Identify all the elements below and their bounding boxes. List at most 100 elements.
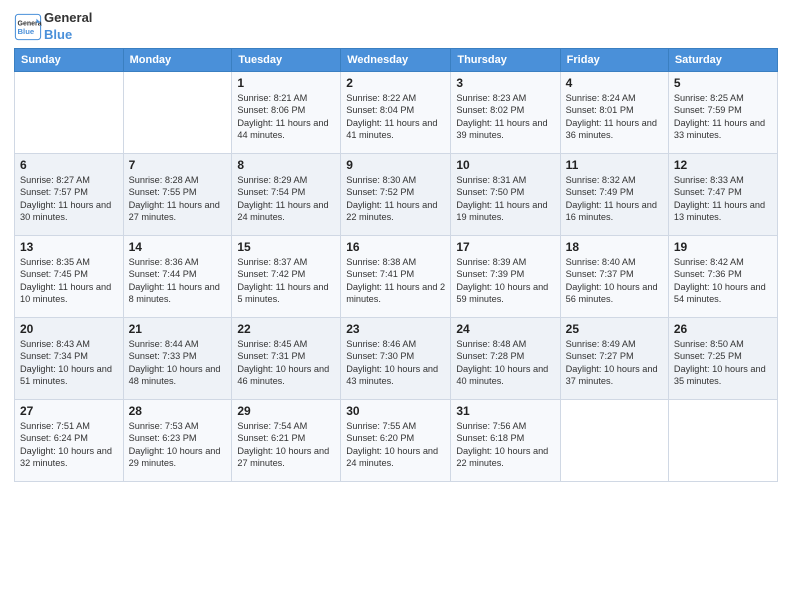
day-cell: 15 Sunrise: 8:37 AM Sunset: 7:42 PM Dayli… [232, 235, 341, 317]
day-number: 26 [674, 322, 772, 336]
day-cell: 25Sunrise: 8:49 AM Sunset: 7:27 PM Dayli… [560, 317, 668, 399]
day-number: 2 [346, 76, 445, 90]
logo-blue: Blue [44, 27, 92, 44]
day-cell: 12Sunrise: 8:33 AM Sunset: 7:47 PM Dayli… [668, 153, 777, 235]
day-detail: Sunrise: 8:32 AM Sunset: 7:49 PM Dayligh… [566, 174, 663, 224]
day-detail: Sunrise: 8:48 AM Sunset: 7:28 PM Dayligh… [456, 338, 554, 388]
day-detail: Sunrise: 7:53 AM Sunset: 6:23 PM Dayligh… [129, 420, 227, 470]
day-detail: Sunrise: 8:29 AM Sunset: 7:54 PM Dayligh… [237, 174, 335, 224]
day-number: 11 [566, 158, 663, 172]
day-number: 29 [237, 404, 335, 418]
day-cell [560, 399, 668, 481]
day-detail: Sunrise: 8:38 AM Sunset: 7:41 PM Dayligh… [346, 256, 445, 306]
day-detail: Sunrise: 8:46 AM Sunset: 7:30 PM Dayligh… [346, 338, 445, 388]
week-row-5: 27Sunrise: 7:51 AM Sunset: 6:24 PM Dayli… [15, 399, 778, 481]
day-cell [15, 71, 124, 153]
logo-icon: General Blue [14, 13, 42, 41]
day-detail: Sunrise: 8:30 AM Sunset: 7:52 PM Dayligh… [346, 174, 445, 224]
day-number: 1 [237, 76, 335, 90]
day-cell: 18 Sunrise: 8:40 AM Sunset: 7:37 PM Dayli… [560, 235, 668, 317]
day-detail: Sunrise: 8:39 AM Sunset: 7:39 PM Dayligh… [456, 256, 554, 306]
day-cell: 20 Sunrise: 8:43 AM Sunset: 7:34 PM Dayli… [15, 317, 124, 399]
day-detail: Sunrise: 7:56 AM Sunset: 6:18 PM Dayligh… [456, 420, 554, 470]
day-cell: 17 Sunrise: 8:39 AM Sunset: 7:39 PM Dayli… [451, 235, 560, 317]
header: General Blue General Blue [14, 10, 778, 44]
day-cell: 7Sunrise: 8:28 AM Sunset: 7:55 PM Daylig… [123, 153, 232, 235]
day-cell: 29 Sunrise: 7:54 AM Sunset: 6:21 PM Dayli… [232, 399, 341, 481]
day-number: 30 [346, 404, 445, 418]
day-detail: Sunrise: 7:55 AM Sunset: 6:20 PM Dayligh… [346, 420, 445, 470]
day-cell: 16Sunrise: 8:38 AM Sunset: 7:41 PM Dayli… [341, 235, 451, 317]
day-number: 5 [674, 76, 772, 90]
day-detail: Sunrise: 8:31 AM Sunset: 7:50 PM Dayligh… [456, 174, 554, 224]
day-cell: 14 Sunrise: 8:36 AM Sunset: 7:44 PM Dayli… [123, 235, 232, 317]
day-number: 23 [346, 322, 445, 336]
day-number: 27 [20, 404, 118, 418]
day-cell: 22Sunrise: 8:45 AM Sunset: 7:31 PM Dayli… [232, 317, 341, 399]
day-number: 31 [456, 404, 554, 418]
day-cell: 2 Sunrise: 8:22 AM Sunset: 8:04 PM Daylig… [341, 71, 451, 153]
day-cell: 27Sunrise: 7:51 AM Sunset: 6:24 PM Dayli… [15, 399, 124, 481]
weekday-header-row: SundayMondayTuesdayWednesdayThursdayFrid… [15, 48, 778, 71]
day-cell: 23 Sunrise: 8:46 AM Sunset: 7:30 PM Dayli… [341, 317, 451, 399]
day-detail: Sunrise: 8:25 AM Sunset: 7:59 PM Dayligh… [674, 92, 772, 142]
weekday-header-wednesday: Wednesday [341, 48, 451, 71]
day-cell: 3Sunrise: 8:23 AM Sunset: 8:02 PM Daylig… [451, 71, 560, 153]
day-cell: 6 Sunrise: 8:27 AM Sunset: 7:57 PM Daylig… [15, 153, 124, 235]
day-detail: Sunrise: 8:45 AM Sunset: 7:31 PM Dayligh… [237, 338, 335, 388]
day-number: 7 [129, 158, 227, 172]
day-detail: Sunrise: 8:42 AM Sunset: 7:36 PM Dayligh… [674, 256, 772, 306]
day-number: 18 [566, 240, 663, 254]
svg-text:Blue: Blue [18, 27, 35, 36]
day-number: 19 [674, 240, 772, 254]
day-cell [668, 399, 777, 481]
day-detail: Sunrise: 8:43 AM Sunset: 7:34 PM Dayligh… [20, 338, 118, 388]
week-row-1: 1 Sunrise: 8:21 AM Sunset: 8:06 PM Daylig… [15, 71, 778, 153]
day-number: 4 [566, 76, 663, 90]
weekday-header-friday: Friday [560, 48, 668, 71]
day-cell: 30 Sunrise: 7:55 AM Sunset: 6:20 PM Dayli… [341, 399, 451, 481]
day-detail: Sunrise: 7:54 AM Sunset: 6:21 PM Dayligh… [237, 420, 335, 470]
logo: General Blue General Blue [14, 10, 92, 44]
day-detail: Sunrise: 8:40 AM Sunset: 7:37 PM Dayligh… [566, 256, 663, 306]
day-detail: Sunrise: 8:36 AM Sunset: 7:44 PM Dayligh… [129, 256, 227, 306]
day-detail: Sunrise: 8:35 AM Sunset: 7:45 PM Dayligh… [20, 256, 118, 306]
day-cell: 11 Sunrise: 8:32 AM Sunset: 7:49 PM Dayli… [560, 153, 668, 235]
weekday-header-tuesday: Tuesday [232, 48, 341, 71]
day-number: 15 [237, 240, 335, 254]
day-cell: 5 Sunrise: 8:25 AM Sunset: 7:59 PM Daylig… [668, 71, 777, 153]
day-number: 17 [456, 240, 554, 254]
day-detail: Sunrise: 8:27 AM Sunset: 7:57 PM Dayligh… [20, 174, 118, 224]
weekday-header-thursday: Thursday [451, 48, 560, 71]
day-cell: 9 Sunrise: 8:30 AM Sunset: 7:52 PM Daylig… [341, 153, 451, 235]
logo-general: General [44, 10, 92, 27]
day-cell: 10Sunrise: 8:31 AM Sunset: 7:50 PM Dayli… [451, 153, 560, 235]
day-cell: 26 Sunrise: 8:50 AM Sunset: 7:25 PM Dayli… [668, 317, 777, 399]
day-number: 25 [566, 322, 663, 336]
day-cell: 4Sunrise: 8:24 AM Sunset: 8:01 PM Daylig… [560, 71, 668, 153]
day-number: 6 [20, 158, 118, 172]
day-number: 14 [129, 240, 227, 254]
weekday-header-sunday: Sunday [15, 48, 124, 71]
day-detail: Sunrise: 8:22 AM Sunset: 8:04 PM Dayligh… [346, 92, 445, 142]
day-number: 20 [20, 322, 118, 336]
day-detail: Sunrise: 8:50 AM Sunset: 7:25 PM Dayligh… [674, 338, 772, 388]
day-detail: Sunrise: 8:21 AM Sunset: 8:06 PM Dayligh… [237, 92, 335, 142]
week-row-4: 20 Sunrise: 8:43 AM Sunset: 7:34 PM Dayli… [15, 317, 778, 399]
day-detail: Sunrise: 8:37 AM Sunset: 7:42 PM Dayligh… [237, 256, 335, 306]
day-number: 21 [129, 322, 227, 336]
day-cell [123, 71, 232, 153]
week-row-3: 13Sunrise: 8:35 AM Sunset: 7:45 PM Dayli… [15, 235, 778, 317]
day-number: 8 [237, 158, 335, 172]
day-number: 3 [456, 76, 554, 90]
day-detail: Sunrise: 8:44 AM Sunset: 7:33 PM Dayligh… [129, 338, 227, 388]
weekday-header-monday: Monday [123, 48, 232, 71]
day-cell: 24Sunrise: 8:48 AM Sunset: 7:28 PM Dayli… [451, 317, 560, 399]
day-number: 9 [346, 158, 445, 172]
day-cell: 28 Sunrise: 7:53 AM Sunset: 6:23 PM Dayli… [123, 399, 232, 481]
day-number: 12 [674, 158, 772, 172]
day-cell: 19 Sunrise: 8:42 AM Sunset: 7:36 PM Dayli… [668, 235, 777, 317]
day-number: 28 [129, 404, 227, 418]
calendar: SundayMondayTuesdayWednesdayThursdayFrid… [14, 48, 778, 482]
day-cell: 8 Sunrise: 8:29 AM Sunset: 7:54 PM Daylig… [232, 153, 341, 235]
